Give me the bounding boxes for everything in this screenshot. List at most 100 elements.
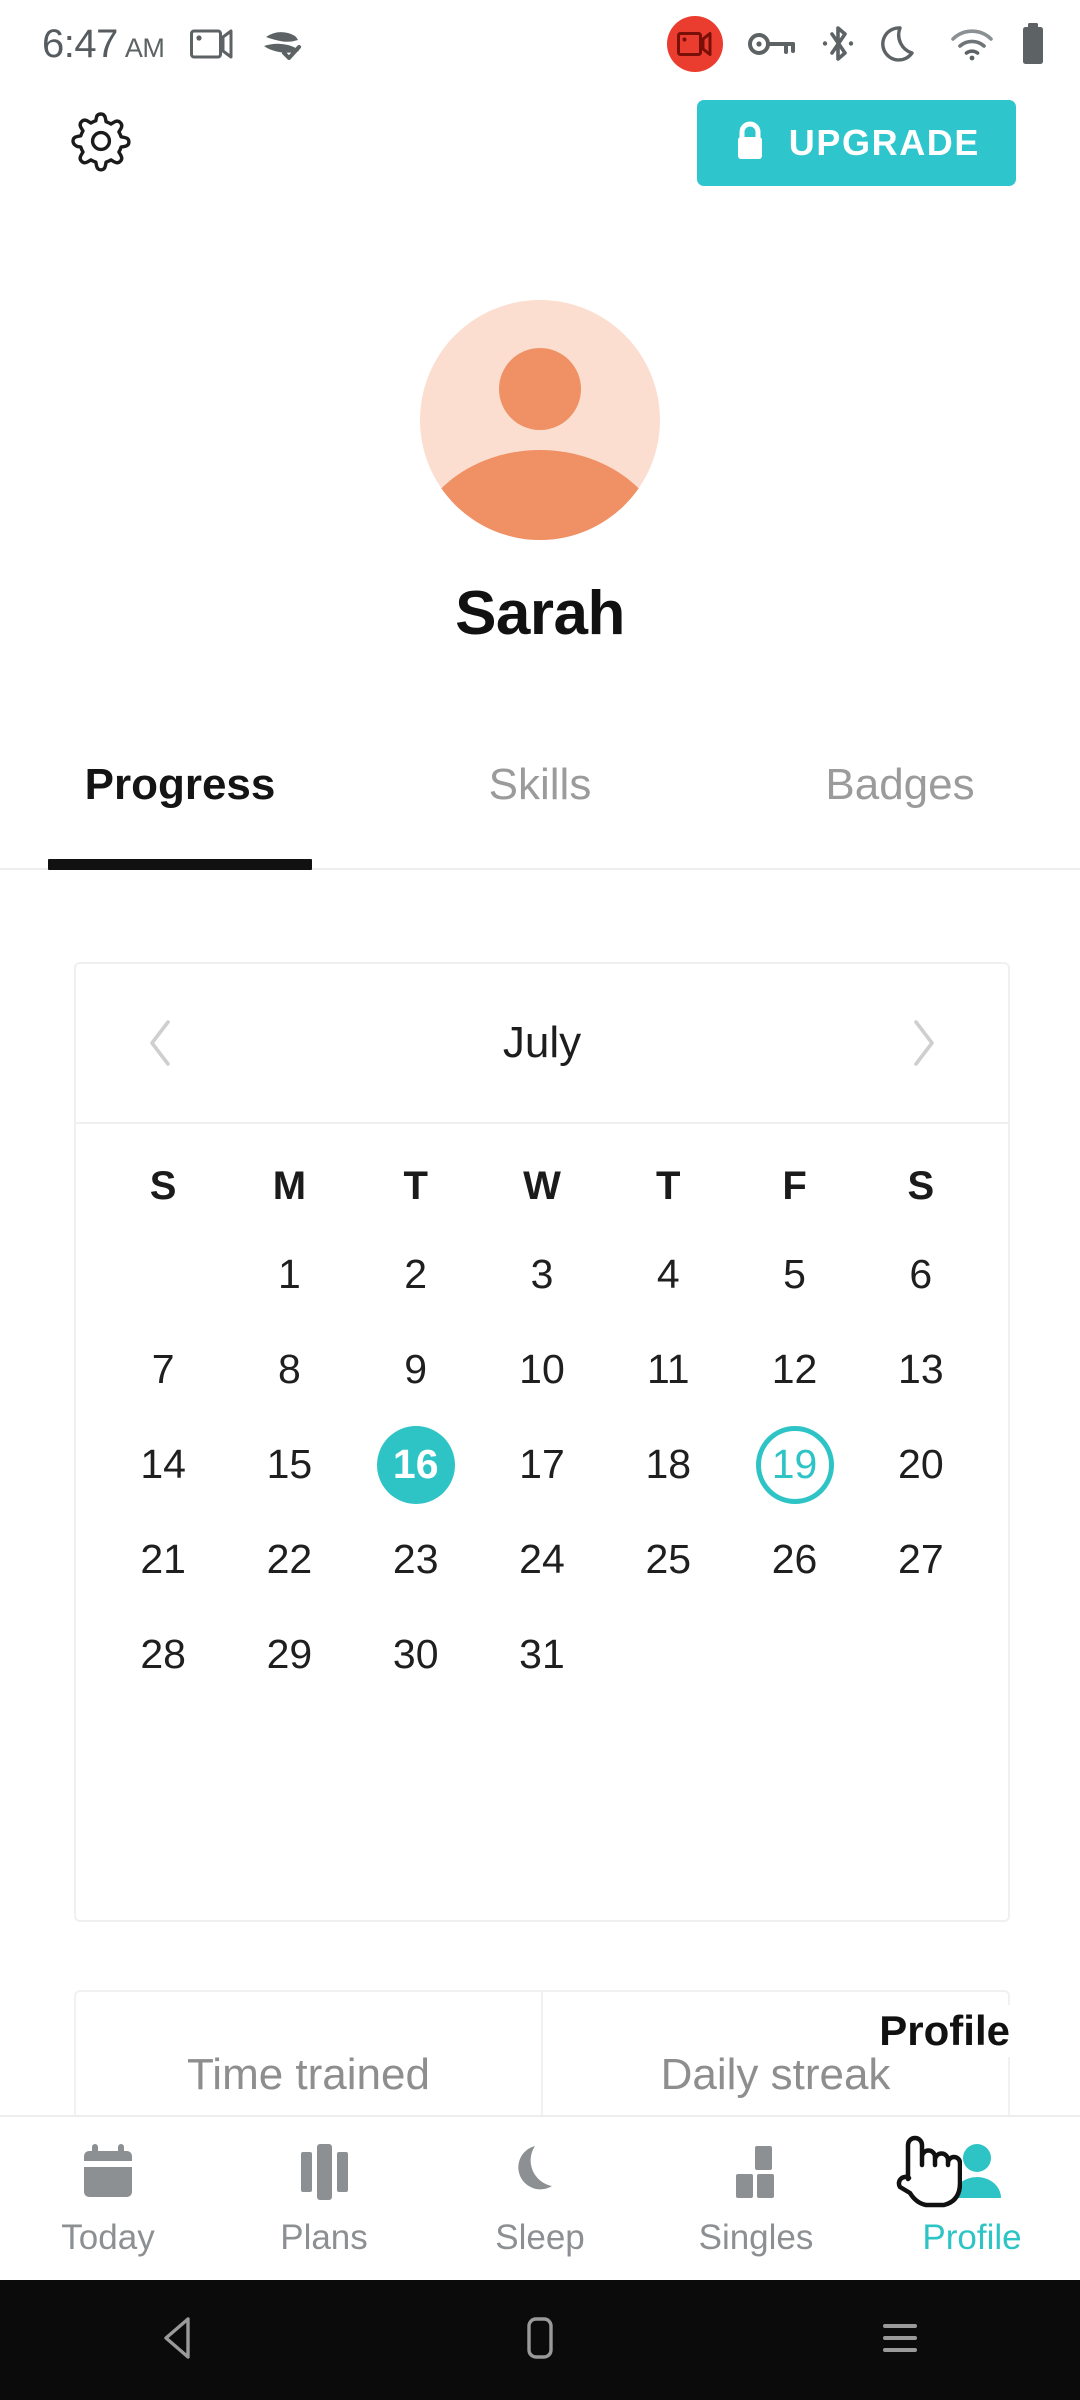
chevron-left-icon[interactable] (134, 1016, 188, 1070)
calendar-grid: 1 2 3 4 5 6 7 8 9 10 11 12 13 14 15 16 17 18 19 20 21 22 23 24 2… (76, 1209, 1008, 1702)
calendar-weekday-6: S (907, 1164, 935, 1208)
status-bar: 6:47 AM (0, 0, 1080, 88)
calendar-day-22[interactable]: 22 (226, 1521, 352, 1599)
nav-item-sleep-label: Sleep (495, 2217, 585, 2257)
calendar-day-11[interactable]: 11 (605, 1331, 731, 1409)
do-not-disturb-moon-icon (880, 22, 924, 66)
status-bar-right (667, 16, 1046, 72)
calendar-day-number: 28 (140, 1631, 186, 1677)
calendar-day-number: 14 (140, 1441, 186, 1487)
calendar-day-number: 5 (783, 1251, 806, 1297)
calendar-header: July (76, 964, 1008, 1124)
calendar-week-row: 28 29 30 31 (100, 1607, 984, 1702)
calendar-day-28[interactable]: 28 (100, 1616, 226, 1694)
calendar-card: July SMTWTFS 1 2 3 4 5 6 7 8 9 10 11 12 13 14 15 16 17 18… (74, 962, 1010, 1922)
page-title: Sarah (455, 579, 625, 648)
calendar-day-number: 4 (656, 1251, 680, 1297)
calendar-day-number: 15 (266, 1441, 313, 1487)
calendar-day-number: 31 (519, 1631, 565, 1677)
calendar-day-13[interactable]: 13 (858, 1331, 984, 1409)
status-bar-clock: 6:47 AM (42, 22, 165, 67)
calendar-day-number: 1 (278, 1251, 301, 1297)
calendar-day-7[interactable]: 7 (100, 1331, 226, 1409)
android-back-button[interactable] (0, 2314, 360, 2367)
calendar-day-31[interactable]: 31 (479, 1616, 605, 1694)
calendar-day-number: 3 (530, 1251, 554, 1297)
tab-badges-label: Badges (825, 760, 975, 809)
nav-item-singles[interactable]: Singles (648, 2117, 864, 2280)
moon-icon (509, 2140, 571, 2202)
nav-item-sleep[interactable]: Sleep (432, 2117, 648, 2280)
calendar-weekday-4: T (656, 1164, 681, 1208)
calendar-day-18[interactable]: 18 (605, 1426, 731, 1504)
bottom-navigation: Today Plans Sleep Singles Profile (0, 2115, 1080, 2280)
chevron-right-icon[interactable] (896, 1016, 950, 1070)
calendar-day-29[interactable]: 29 (226, 1616, 352, 1694)
calendar-day-number: 10 (519, 1346, 565, 1392)
calendar-day-23[interactable]: 23 (353, 1521, 479, 1599)
lock-icon (733, 120, 767, 167)
settings-button[interactable] (64, 106, 138, 180)
calendar-day-number: 8 (278, 1346, 301, 1392)
calendar-day-1[interactable]: 1 (226, 1236, 352, 1314)
calendar-day-17[interactable]: 17 (479, 1426, 605, 1504)
nav-item-profile[interactable]: Profile (864, 2117, 1080, 2280)
calendar-day-5[interactable]: 5 (731, 1236, 857, 1314)
calendar-day-number: 27 (898, 1536, 944, 1582)
calendar-day-9[interactable]: 9 (353, 1331, 479, 1409)
calendar-day-number: 19 (755, 1425, 834, 1504)
calendar-day-8[interactable]: 8 (226, 1331, 352, 1409)
calendar-day-number: 2 (404, 1251, 428, 1297)
nav-item-singles-label: Singles (698, 2217, 814, 2257)
profile-tooltip-label: Profile (873, 2005, 1016, 2057)
blocks-icon (725, 2140, 787, 2202)
vpn-key-icon (748, 29, 796, 59)
person-avatar-icon[interactable] (420, 300, 660, 540)
calendar-day-number: 17 (519, 1441, 565, 1487)
calendar-day-26[interactable]: 26 (731, 1521, 857, 1599)
calendar-day-number: 29 (266, 1631, 313, 1677)
upgrade-button[interactable]: UPGRADE (696, 100, 1016, 186)
nav-item-today[interactable]: Today (0, 2117, 216, 2280)
clock-ampm: AM (124, 32, 165, 63)
tab-progress[interactable]: Progress (0, 730, 360, 870)
android-recents-button[interactable] (720, 2318, 1080, 2363)
calendar-weekday-3: W (523, 1164, 561, 1208)
calendar-day-25[interactable]: 25 (605, 1521, 731, 1599)
calendar-day-20[interactable]: 20 (858, 1426, 984, 1504)
calendar-day-12[interactable]: 12 (731, 1331, 857, 1409)
calendar-day-16[interactable]: 16 (353, 1425, 479, 1504)
calendar-weekday-0: S (149, 1164, 177, 1208)
calendar-day-2[interactable]: 2 (353, 1236, 479, 1314)
calendar-week-row: 14 15 16 17 18 19 20 (100, 1417, 984, 1512)
calendar-day-number: 20 (898, 1441, 944, 1487)
calendar-day-21[interactable]: 21 (100, 1521, 226, 1599)
calendar-day-15[interactable]: 15 (226, 1426, 352, 1504)
calendar-week-row: 21 22 23 24 25 26 27 (100, 1512, 984, 1607)
profile-tabs: Progress Skills Badges (0, 730, 1080, 870)
tab-badges[interactable]: Badges (720, 730, 1080, 868)
calendar-day-10[interactable]: 10 (479, 1331, 605, 1409)
calendar-day-3[interactable]: 3 (479, 1236, 605, 1314)
calendar-week-row: 1 2 3 4 5 6 (100, 1227, 984, 1322)
calendar-icon (77, 2140, 139, 2202)
app-screen: 6:47 AM UPGRADE Sarah Progress Skills Ba… (0, 0, 1080, 2400)
calendar-day-19[interactable]: 19 (731, 1425, 857, 1504)
calendar-day-4[interactable]: 4 (605, 1236, 731, 1314)
calendar-day-number: 18 (645, 1441, 692, 1487)
wifi-icon (949, 26, 995, 62)
avatar-body (420, 450, 660, 540)
calendar-day-6[interactable]: 6 (858, 1236, 984, 1314)
calendar-day-14[interactable]: 14 (100, 1426, 226, 1504)
active-tab-indicator (48, 859, 312, 870)
android-home-button[interactable] (360, 2314, 720, 2367)
tab-skills[interactable]: Skills (360, 730, 720, 868)
calendar-day-30[interactable]: 30 (353, 1616, 479, 1694)
nav-item-today-label: Today (61, 2217, 155, 2257)
nav-item-plans[interactable]: Plans (216, 2117, 432, 2280)
home-square-icon (520, 2314, 560, 2367)
tab-skills-label: Skills (488, 760, 592, 809)
calendar-day-24[interactable]: 24 (479, 1521, 605, 1599)
calendar-month-label: July (502, 1018, 582, 1067)
calendar-day-27[interactable]: 27 (858, 1521, 984, 1599)
